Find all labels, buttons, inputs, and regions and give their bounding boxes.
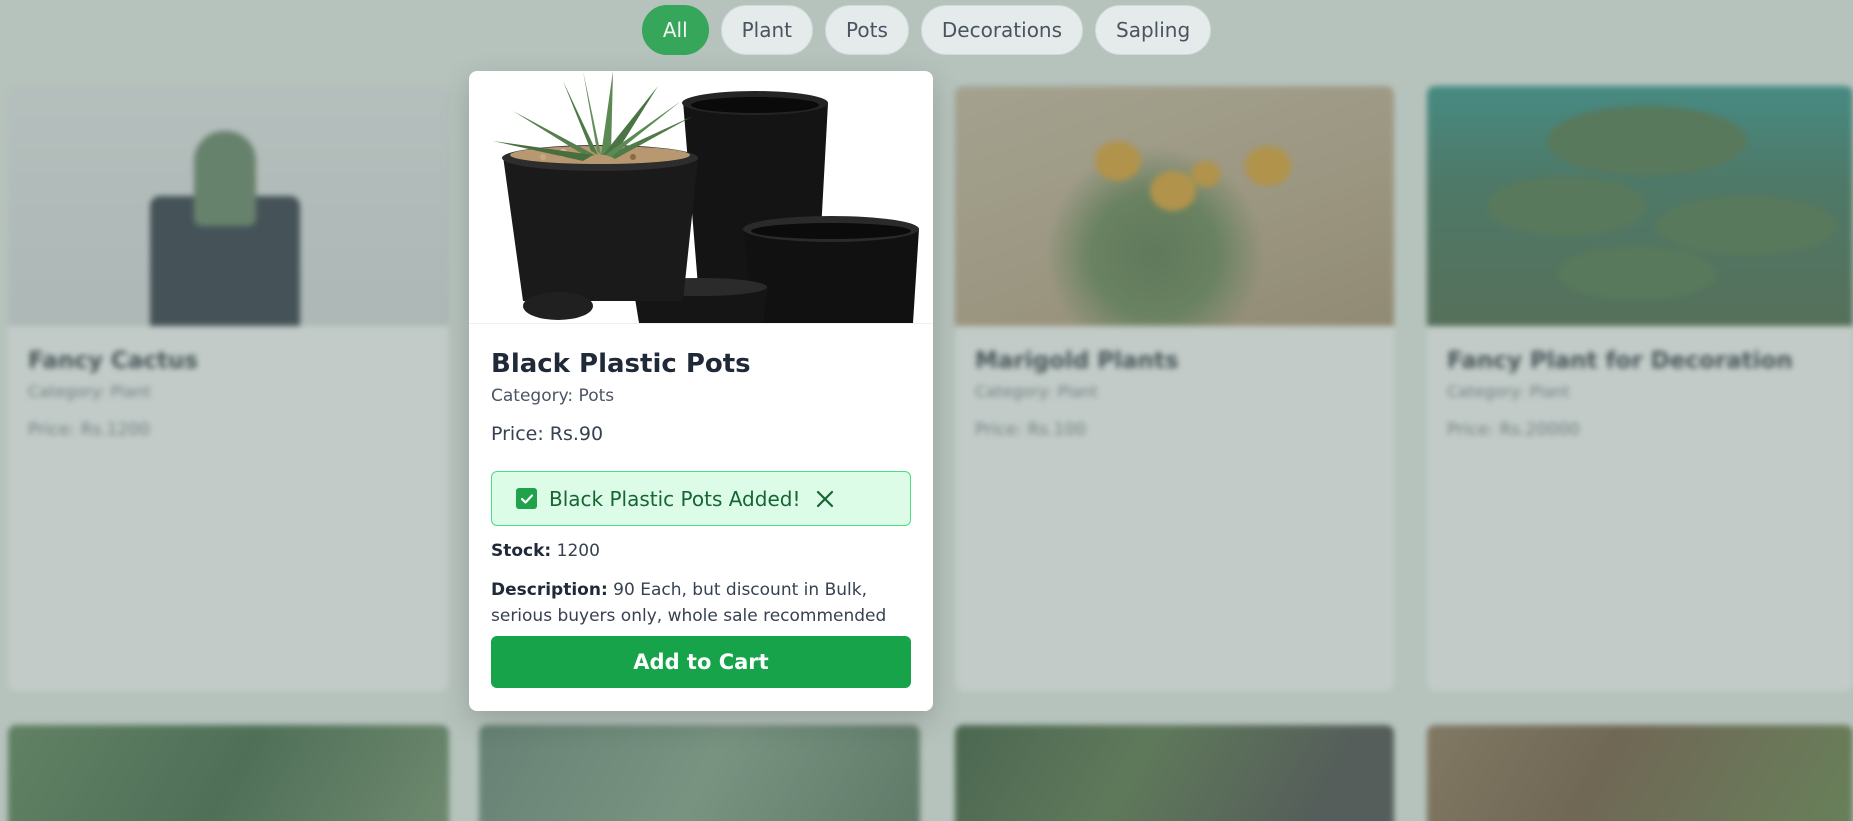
divider: [469, 323, 933, 324]
description-label: Description:: [491, 580, 608, 600]
filter-chip-sapling[interactable]: Sapling: [1095, 5, 1212, 55]
toast-message: Black Plastic Pots Added!: [549, 486, 801, 511]
filter-chip-decorations[interactable]: Decorations: [920, 5, 1084, 55]
product-price: Price: Rs.90: [491, 423, 604, 445]
checkbox-check-icon: [516, 488, 537, 509]
product-title: Black Plastic Pots: [491, 349, 751, 379]
product-stock: Stock: 1200: [491, 541, 600, 561]
product-image: [483, 71, 919, 323]
stock-value: 1200: [556, 541, 600, 561]
stock-label: Stock:: [491, 541, 552, 561]
add-to-cart-button[interactable]: Add to Cart: [491, 636, 911, 688]
filter-chip-pots[interactable]: Pots: [825, 5, 909, 55]
product-detail-modal: Black Plastic Pots Category: Pots Price:…: [469, 71, 933, 711]
added-to-cart-toast: Black Plastic Pots Added!: [491, 471, 911, 526]
category-filter-bar: All Plant Pots Decorations Sapling: [0, 5, 1853, 55]
product-category: Category: Pots: [491, 386, 615, 406]
filter-chip-plant[interactable]: Plant: [720, 5, 814, 55]
filter-chip-all[interactable]: All: [641, 5, 709, 55]
close-icon[interactable]: [814, 488, 836, 510]
product-description: Description: 90 Each, but discount in Bu…: [491, 577, 911, 629]
